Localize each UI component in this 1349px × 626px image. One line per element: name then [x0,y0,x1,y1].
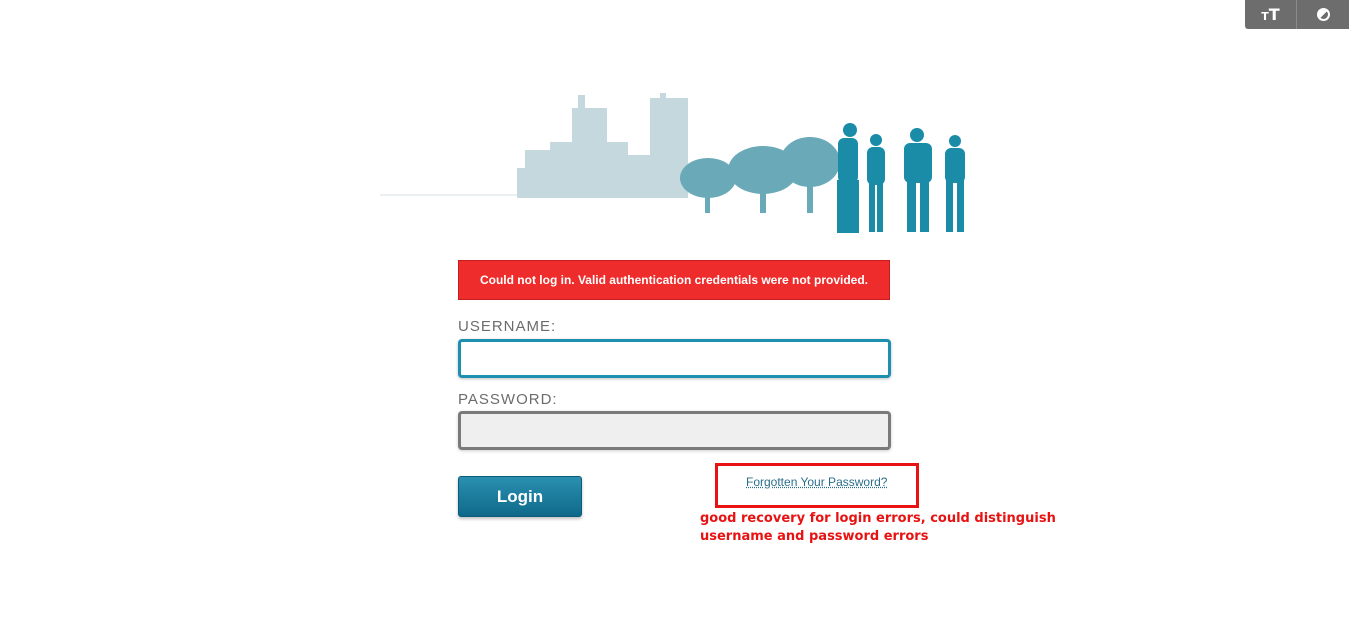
password-input[interactable] [458,411,891,450]
username-label: USERNAME: [458,318,557,335]
forgot-password-link[interactable]: Forgotten Your Password? [746,475,887,489]
people-silhouettes [837,123,965,233]
accessibility-toolbar: TT [1245,0,1349,29]
contrast-icon [1316,8,1330,21]
contrast-button[interactable] [1296,0,1349,29]
text-size-button[interactable]: TT [1245,0,1296,29]
annotation-note: good recovery for login errors, could di… [700,511,1056,544]
username-input[interactable] [458,339,891,378]
city-skyline [517,93,688,198]
text-size-icon: TT [1261,5,1280,24]
trees [680,137,840,213]
hero-illustration [380,93,965,233]
login-button[interactable]: Login [458,476,582,517]
error-banner: Could not log in. Valid authentication c… [458,260,890,300]
password-label: PASSWORD: [458,391,558,408]
